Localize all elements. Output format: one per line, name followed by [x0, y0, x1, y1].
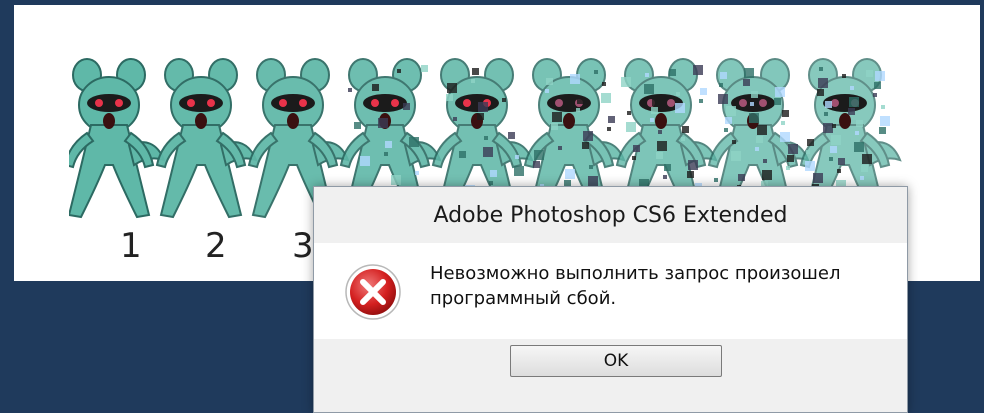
frame-number-1: 1 [120, 226, 142, 266]
raccoon-sprite [156, 58, 257, 218]
error-message-line-1: Невозможно выполнить запрос произошел [430, 263, 841, 284]
dialog-title: Adobe Photoshop CS6 Extended [314, 187, 907, 243]
error-icon [345, 264, 401, 320]
frame-number-3: 3 [292, 226, 314, 266]
error-dialog: Adobe Photoshop CS6 Extended Невозможно … [313, 186, 908, 413]
dialog-body: Невозможно выполнить запрос произошел пр… [314, 243, 907, 339]
raccoon-sprite [69, 58, 165, 218]
frame-number-2: 2 [205, 226, 227, 266]
dialog-footer: OK [314, 339, 907, 412]
error-message-line-2: программный сбой. [430, 288, 617, 309]
ok-button[interactable]: OK [510, 345, 722, 377]
error-message: Невозможно выполнить запрос произошел пр… [430, 261, 890, 311]
